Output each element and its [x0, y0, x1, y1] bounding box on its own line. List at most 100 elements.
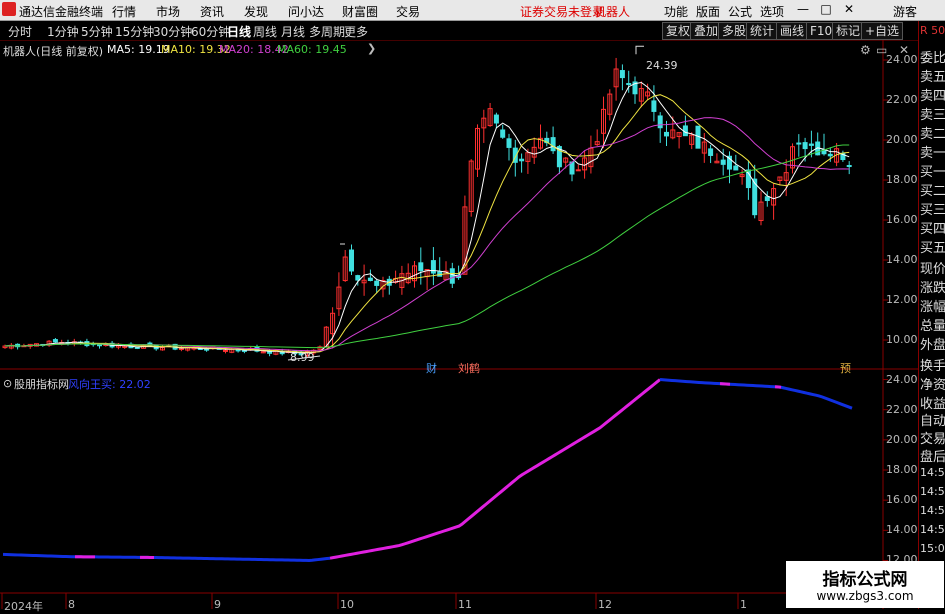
tick-time-label-0: 自动 — [920, 410, 945, 429]
period-weekly[interactable]: 周线 — [253, 23, 277, 40]
period-5min[interactable]: 5分钟 — [81, 23, 113, 40]
candle-body-116 — [734, 166, 738, 170]
x-label-2: 9 — [214, 598, 221, 611]
y-label-main-1: 22.00 — [886, 93, 918, 106]
quote-label-16: 换手 — [920, 355, 945, 374]
x-label-3: 10 — [340, 598, 354, 611]
sub-line-seg-2 — [660, 380, 852, 409]
candle-body-58 — [368, 278, 372, 280]
menu-formula[interactable]: 公式 — [728, 3, 752, 20]
candle-body-103 — [652, 101, 656, 112]
period-multi[interactable]: 多周期 — [309, 23, 345, 40]
minimize-icon[interactable]: — — [795, 1, 811, 17]
period-monthly[interactable]: 月线 — [281, 23, 305, 40]
period-daily[interactable]: 日线 — [227, 23, 251, 40]
candle-body-131 — [828, 154, 832, 155]
y-label-main-4: 16.00 — [886, 213, 918, 226]
period-30min[interactable]: 30分钟 — [153, 23, 192, 40]
candle-body-80 — [507, 139, 511, 148]
y-label-main-5: 14.00 — [886, 253, 918, 266]
candle-body-8 — [53, 340, 57, 342]
menu-discover[interactable]: 发现 — [244, 3, 268, 20]
quote-label-15: 外盘 — [920, 334, 945, 353]
tick-time-label-4: 14:56 — [920, 485, 945, 498]
menu-news[interactable]: 资讯 — [200, 3, 224, 20]
menu-wealth[interactable]: 财富圈 — [342, 3, 378, 20]
quote-label-2: 卖四 — [920, 85, 945, 104]
candle-body-114 — [721, 160, 725, 164]
menu-quotes[interactable]: 行情 — [112, 3, 136, 20]
chart-title: 机器人(日线 前复权) — [3, 43, 103, 59]
menu-function[interactable]: 功能 — [664, 3, 688, 20]
stock-name: 机器人 — [594, 3, 630, 20]
candle-body-126 — [797, 143, 801, 144]
y-label-sub-5: 14.00 — [886, 523, 918, 536]
y-label-main-6: 12.00 — [886, 293, 918, 306]
kline-chart[interactable] — [0, 40, 918, 609]
quote-label-1: 卖五 — [920, 66, 945, 85]
x-label-5: 12 — [598, 598, 612, 611]
candle-body-104 — [658, 116, 662, 128]
statistics-button[interactable]: 统计 — [746, 22, 778, 40]
watermark-url: www.zbgs3.com — [786, 589, 944, 603]
period-15min[interactable]: 15分钟 — [115, 23, 154, 40]
high-marker — [636, 46, 644, 54]
menu-market[interactable]: 市场 — [156, 3, 180, 20]
draw-line-button[interactable]: 画线 — [776, 22, 808, 40]
period-1min[interactable]: 1分钟 — [47, 23, 79, 40]
period-minute[interactable]: 分时 — [8, 23, 32, 40]
y-label-main-7: 10.00 — [886, 333, 918, 346]
maximize-icon[interactable]: □ — [818, 1, 834, 17]
candle-body-59 — [375, 281, 379, 285]
candle-body-35 — [224, 350, 228, 351]
quote-label-6: 买一 — [920, 161, 945, 180]
guest-button[interactable]: 游客 — [893, 3, 917, 20]
ma10-line — [5, 95, 849, 352]
high-price-label: 24.39 — [646, 59, 678, 72]
event-news-label[interactable]: 刘鹤 — [458, 360, 480, 376]
watermark: 指标公式网 www.zbgs3.com — [786, 561, 944, 608]
period-60min[interactable]: 60分钟 — [191, 23, 230, 40]
tick-time-label-2: 盘后 — [920, 446, 945, 465]
quote-label-9: 买四 — [920, 218, 945, 237]
quote-label-8: 买三 — [920, 199, 945, 218]
candle-body-71 — [450, 269, 454, 283]
add-favorite-button[interactable]: +自选 — [861, 22, 903, 40]
y-label-main-2: 20.00 — [886, 133, 918, 146]
candle-body-128 — [809, 144, 813, 145]
more-arrow-icon[interactable]: ❯ — [367, 42, 376, 55]
x-label-1: 8 — [68, 598, 75, 611]
sub-chart-title: 股朋指标网 — [14, 376, 69, 392]
menu-options[interactable]: 选项 — [760, 3, 784, 20]
candle-body-78 — [494, 115, 498, 123]
tick-time-label-1: 交易 — [920, 428, 945, 447]
close-icon[interactable]: ✕ — [841, 1, 857, 17]
period-more[interactable]: 更多 — [344, 23, 368, 40]
quote-label-7: 买二 — [920, 180, 945, 199]
settings-gear-icon[interactable]: ⚙ — [860, 43, 871, 57]
quote-label-14: 总量 — [920, 315, 945, 334]
quote-label-10: 买五 — [920, 237, 945, 256]
app-title: 通达信金融终端 — [19, 3, 103, 20]
sub-highlight-3 — [775, 387, 781, 388]
candle-body-134 — [847, 166, 851, 167]
menu-trade[interactable]: 交易 — [396, 3, 420, 20]
y-label-main-0: 24.00 — [886, 53, 918, 66]
candle-body-98 — [620, 71, 624, 78]
mark-button[interactable]: 标记 — [832, 22, 864, 40]
event-forecast-label[interactable]: 预 — [840, 360, 851, 376]
sub-chart-circle-icon: ⊙ — [3, 377, 12, 390]
candle-body-91 — [576, 170, 580, 171]
menu-layout[interactable]: 版面 — [696, 3, 720, 20]
tick-time-label-3: 14:56 — [920, 466, 945, 479]
login-warning[interactable]: 证券交易未登录 — [520, 3, 604, 20]
menu-ask[interactable]: 问小达 — [288, 3, 324, 20]
candle-body-55 — [350, 250, 354, 271]
candle-body-127 — [803, 143, 807, 149]
y-label-sub-1: 22.00 — [886, 403, 918, 416]
y-label-sub-2: 20.00 — [886, 433, 918, 446]
y-label-sub-0: 24.00 — [886, 373, 918, 386]
quote-label-13: 涨幅 — [920, 296, 945, 315]
event-finance-label[interactable]: 财 — [426, 360, 437, 376]
app-logo-icon — [2, 2, 16, 16]
